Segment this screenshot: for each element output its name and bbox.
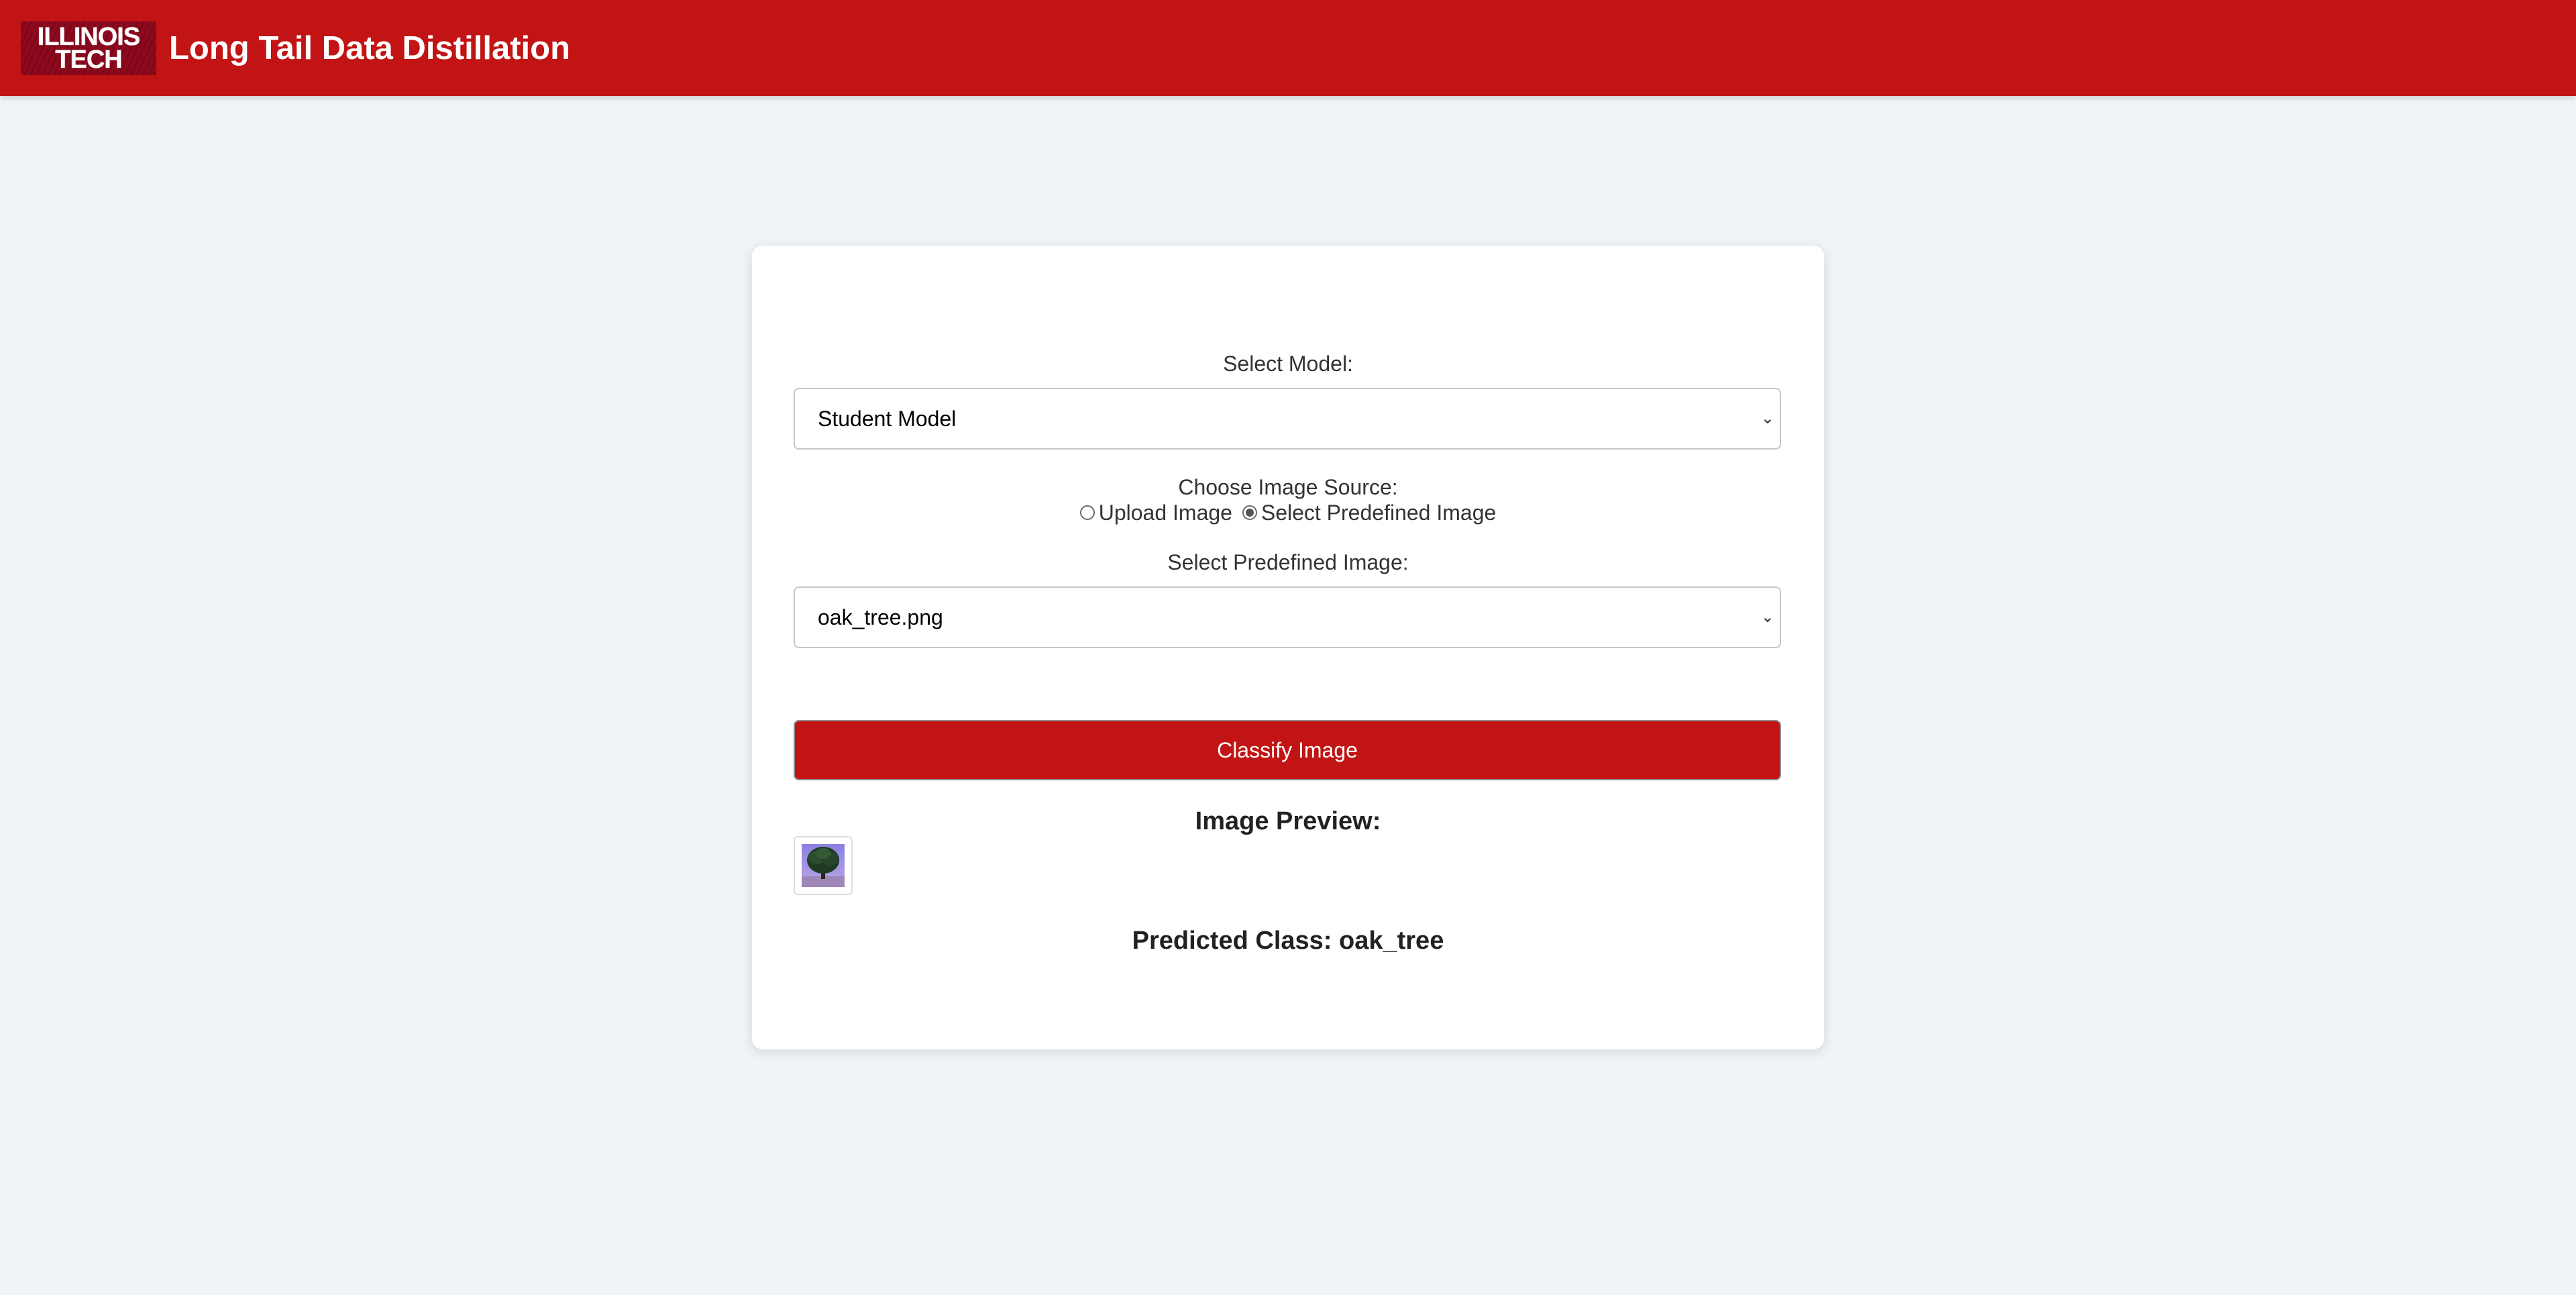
- predefined-image-label[interactable]: Select Predefined Image: [1261, 501, 1496, 525]
- predicted-class: Predicted Class: oak_tree: [1132, 927, 1444, 955]
- app-header: ILLINOIS TECH Long Tail Data Distillatio…: [0, 0, 2576, 96]
- logo-line-2: TECH: [55, 46, 122, 74]
- image-source-label: Choose Image Source:: [1178, 475, 1398, 499]
- chevron-down-icon: ⌄: [1760, 608, 1774, 626]
- logo-line-1: ILLINOIS: [37, 23, 140, 51]
- upload-image-option[interactable]: Upload Image: [1079, 501, 1232, 525]
- oak-tree-thumbnail: [802, 844, 845, 887]
- predefined-image-option[interactable]: Select Predefined Image: [1242, 501, 1496, 525]
- illinois-tech-logo[interactable]: ILLINOIS TECH: [21, 21, 156, 75]
- upload-image-label[interactable]: Upload Image: [1099, 501, 1232, 525]
- predefined-image-label-heading: Select Predefined Image:: [1167, 550, 1409, 574]
- classifier-card: Select Model: Student Model ⌄ Choose Ima…: [752, 246, 1824, 1049]
- predefined-image-select[interactable]: oak_tree.png ⌄: [794, 586, 1781, 648]
- app-title: Long Tail Data Distillation: [169, 30, 571, 66]
- image-preview-thumbnail: [794, 836, 853, 895]
- predefined-image-value: oak_tree.png: [818, 605, 943, 629]
- image-preview-title: Image Preview:: [1195, 807, 1381, 835]
- model-select[interactable]: Student Model ⌄: [794, 388, 1781, 450]
- upload-image-radio[interactable]: [1079, 505, 1095, 520]
- chevron-down-icon: ⌄: [1760, 409, 1774, 427]
- model-label: Select Model:: [1223, 352, 1353, 376]
- classify-image-button[interactable]: Classify Image: [794, 720, 1781, 780]
- predefined-image-radio[interactable]: [1242, 505, 1257, 520]
- image-source-options: Upload Image Select Predefined Image: [752, 499, 1824, 526]
- model-select-value: Student Model: [818, 407, 957, 431]
